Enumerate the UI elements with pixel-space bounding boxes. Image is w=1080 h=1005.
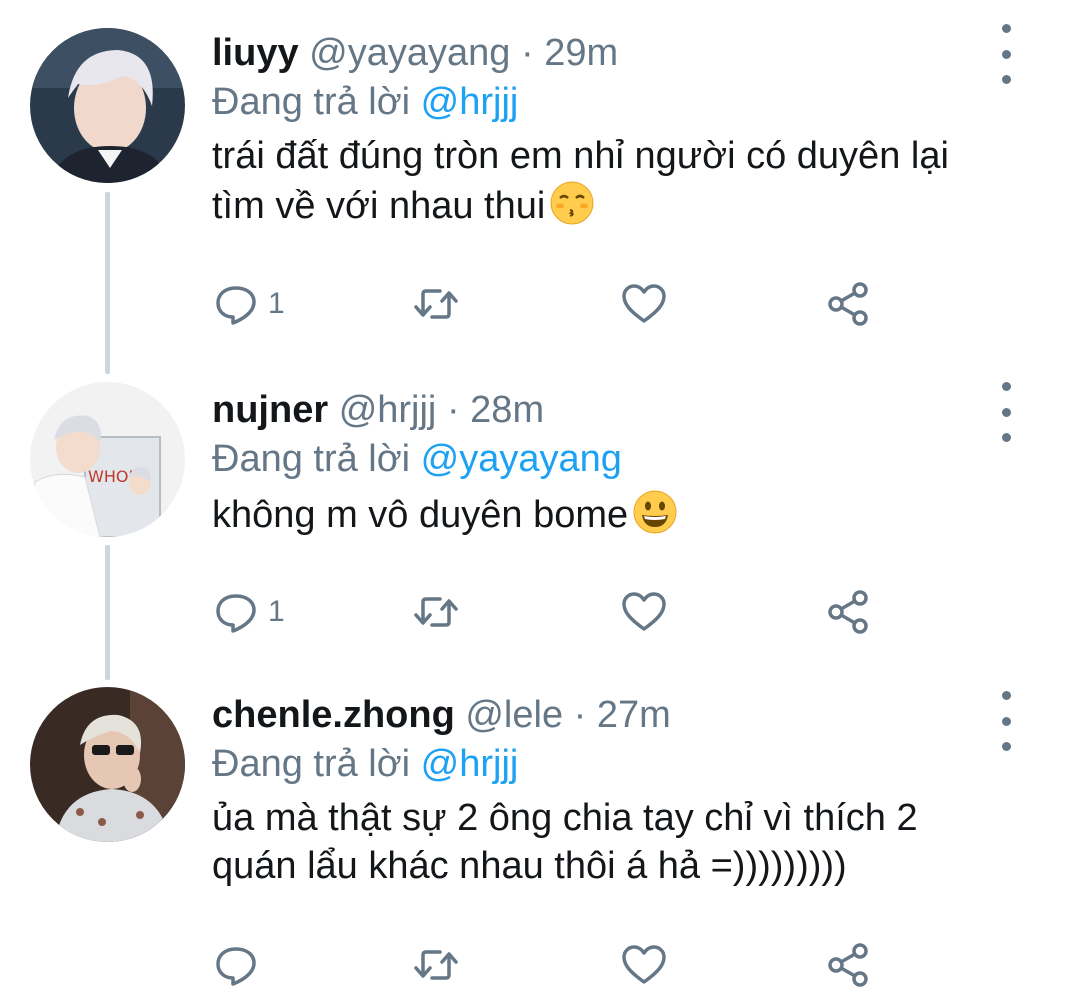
reply-count: 1	[268, 595, 285, 628]
display-name[interactable]: chenle.zhong	[212, 694, 455, 736]
grinning-face-emoji	[633, 490, 677, 534]
share-icon	[828, 943, 868, 987]
timestamp[interactable]: 27m	[597, 694, 671, 736]
tweet[interactable]: liuyy @yayayang · 29m Đang trả lời @hrjj…	[0, 0, 1080, 370]
timestamp[interactable]: 29m	[544, 32, 618, 74]
tweet-text: trái đất đúng tròn em nhỉ người có duyên…	[212, 132, 1000, 230]
reply-context: Đang trả lời @hrjjj	[212, 740, 1000, 788]
share-button[interactable]	[824, 274, 872, 334]
separator: ·	[573, 694, 587, 736]
like-icon	[622, 945, 666, 984]
avatar[interactable]	[30, 28, 185, 183]
more-options-icon[interactable]	[994, 24, 1018, 84]
tweet[interactable]: chenle.zhong @lele · 27m Đang trả lời @h…	[0, 675, 1080, 1005]
like-icon	[622, 284, 666, 323]
reply-button[interactable]	[212, 935, 268, 995]
reply-handle-link[interactable]: @hrjjj	[421, 81, 519, 123]
action-bar: 1	[212, 274, 912, 334]
separator: ·	[446, 389, 460, 431]
reply-context: Đang trả lời @yayayang	[212, 435, 1000, 483]
like-button[interactable]	[620, 582, 668, 642]
retweet-icon	[414, 950, 458, 980]
reply-button[interactable]: 1	[212, 582, 285, 642]
share-button[interactable]	[824, 582, 872, 642]
tweet-text: không m vô duyên bome	[212, 489, 1000, 539]
action-bar: 1	[212, 582, 912, 642]
avatar[interactable]	[30, 687, 185, 842]
username[interactable]: @lele	[465, 694, 563, 736]
more-options-icon[interactable]	[994, 691, 1018, 751]
action-bar	[212, 935, 912, 995]
username[interactable]: @yayayang	[309, 32, 510, 74]
tweet-text-content: ủa mà thật sự 2 ông chia tay chỉ vì thíc…	[212, 797, 918, 887]
kissing-face-smiling-eyes-emoji	[550, 181, 594, 225]
reply-icon	[216, 947, 256, 986]
reply-handle-link[interactable]: @hrjjj	[421, 743, 519, 785]
timestamp[interactable]: 28m	[470, 389, 544, 431]
reply-icon	[216, 286, 256, 325]
display-name[interactable]: nujner	[212, 389, 328, 431]
reply-count: 1	[268, 287, 285, 320]
tweet-text: ủa mà thật sự 2 ông chia tay chỉ vì thíc…	[212, 794, 1000, 890]
more-options-icon[interactable]	[994, 382, 1018, 442]
like-icon	[622, 592, 666, 631]
reply-prefix: Đang trả lời	[212, 81, 411, 123]
reply-button[interactable]: 1	[212, 274, 285, 334]
share-icon	[828, 590, 868, 634]
tweet[interactable]: WHORE nujner @hrjjj · 28m Đang trả lời @…	[0, 370, 1080, 675]
display-name[interactable]: liuyy	[212, 32, 299, 74]
share-icon	[828, 282, 868, 326]
share-button[interactable]	[824, 935, 872, 995]
retweet-icon	[414, 289, 458, 319]
username[interactable]: @hrjjj	[339, 389, 437, 431]
tweet-text-content: không m vô duyên bome	[212, 494, 629, 536]
avatar[interactable]: WHORE	[30, 382, 185, 537]
tweet-header: nujner @hrjjj · 28m	[212, 387, 1000, 433]
reply-handle-link[interactable]: @yayayang	[421, 438, 622, 480]
retweet-button[interactable]	[412, 935, 460, 995]
separator: ·	[520, 32, 534, 74]
reply-context: Đang trả lời @hrjjj	[212, 78, 1000, 126]
retweet-button[interactable]	[412, 582, 460, 642]
like-button[interactable]	[620, 935, 668, 995]
tweet-header: liuyy @yayayang · 29m	[212, 30, 1000, 76]
reply-prefix: Đang trả lời	[212, 743, 411, 785]
reply-prefix: Đang trả lời	[212, 438, 411, 480]
reply-icon	[216, 594, 256, 633]
tweet-header: chenle.zhong @lele · 27m	[212, 692, 1000, 738]
like-button[interactable]	[620, 274, 668, 334]
retweet-icon	[414, 597, 458, 627]
retweet-button[interactable]	[412, 274, 460, 334]
